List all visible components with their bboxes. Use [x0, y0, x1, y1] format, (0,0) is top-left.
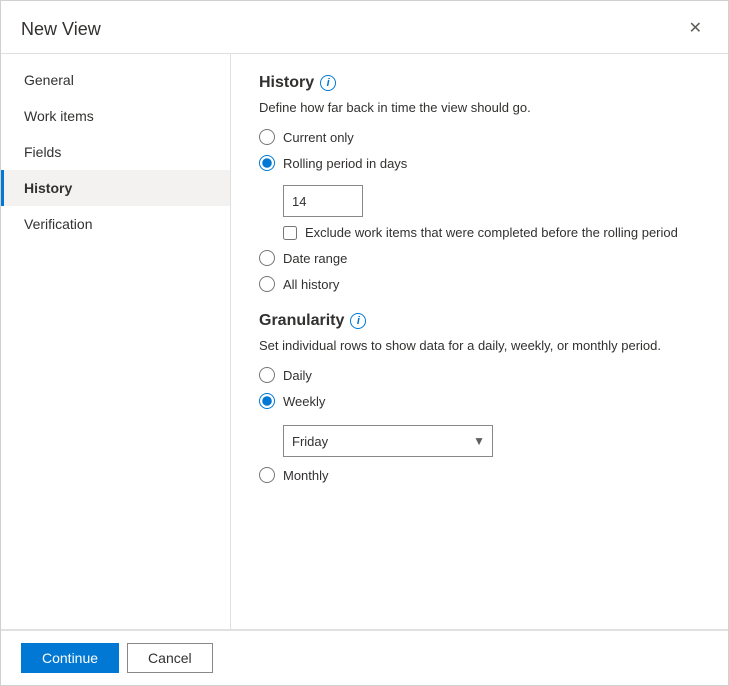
daily-option[interactable]: Daily — [259, 367, 700, 383]
sidebar-item-label: History — [24, 180, 72, 196]
weekly-sub-options: Monday Tuesday Wednesday Thursday Friday… — [283, 425, 700, 457]
history-section: History i Define how far back in time th… — [259, 74, 700, 292]
exclude-checkbox-row: Exclude work items that were completed b… — [283, 225, 700, 240]
monthly-option[interactable]: Monthly — [259, 467, 700, 483]
sidebar-item-fields[interactable]: Fields — [1, 134, 230, 170]
current-only-option[interactable]: Current only — [259, 129, 700, 145]
rolling-period-label: Rolling period in days — [283, 156, 407, 171]
new-view-dialog: New View ✕ General Work items Fields His… — [0, 0, 729, 686]
day-of-week-dropdown[interactable]: Monday Tuesday Wednesday Thursday Friday… — [283, 425, 493, 457]
rolling-sub-options: Exclude work items that were completed b… — [283, 185, 700, 240]
date-range-option[interactable]: Date range — [259, 250, 700, 266]
sidebar-item-general[interactable]: General — [1, 62, 230, 98]
sidebar-item-label: Work items — [24, 108, 94, 124]
sidebar-item-work-items[interactable]: Work items — [1, 98, 230, 134]
current-only-radio[interactable] — [259, 129, 275, 145]
sidebar-item-label: General — [24, 72, 74, 88]
date-range-radio[interactable] — [259, 250, 275, 266]
dialog-header: New View ✕ — [1, 1, 728, 54]
all-history-option[interactable]: All history — [259, 276, 700, 292]
sidebar-item-history[interactable]: History — [1, 170, 230, 206]
exclude-checkbox[interactable] — [283, 226, 297, 240]
sidebar-item-verification[interactable]: Verification — [1, 206, 230, 242]
dialog-body: General Work items Fields History Verifi… — [1, 54, 728, 629]
all-history-label: All history — [283, 277, 339, 292]
granularity-info-icon[interactable]: i — [350, 313, 366, 329]
granularity-description: Set individual rows to show data for a d… — [259, 338, 700, 353]
weekly-label: Weekly — [283, 394, 325, 409]
dialog-footer: Continue Cancel — [1, 630, 728, 685]
granularity-section: Granularity i Set individual rows to sho… — [259, 312, 700, 483]
weekly-radio[interactable] — [259, 393, 275, 409]
granularity-section-title: Granularity i — [259, 312, 700, 330]
rolling-period-radio[interactable] — [259, 155, 275, 171]
day-dropdown-wrapper: Monday Tuesday Wednesday Thursday Friday… — [283, 425, 493, 457]
main-content: History i Define how far back in time th… — [231, 54, 728, 629]
all-history-radio[interactable] — [259, 276, 275, 292]
granularity-radio-group: Daily Weekly Monday Tuesday Wednesday — [259, 367, 700, 483]
daily-radio[interactable] — [259, 367, 275, 383]
exclude-label: Exclude work items that were completed b… — [305, 225, 678, 240]
cancel-button[interactable]: Cancel — [127, 643, 213, 673]
history-info-icon[interactable]: i — [320, 75, 336, 91]
history-description: Define how far back in time the view sho… — [259, 100, 700, 115]
monthly-label: Monthly — [283, 468, 329, 483]
rolling-period-option[interactable]: Rolling period in days — [259, 155, 700, 171]
history-radio-group: Current only Rolling period in days Excl… — [259, 129, 700, 292]
sidebar: General Work items Fields History Verifi… — [1, 54, 231, 629]
weekly-option[interactable]: Weekly — [259, 393, 700, 409]
monthly-radio[interactable] — [259, 467, 275, 483]
rolling-period-input[interactable] — [283, 185, 363, 217]
history-section-title: History i — [259, 74, 700, 92]
sidebar-item-label: Verification — [24, 216, 92, 232]
daily-label: Daily — [283, 368, 312, 383]
sidebar-item-label: Fields — [24, 144, 61, 160]
close-button[interactable]: ✕ — [683, 17, 708, 41]
continue-button[interactable]: Continue — [21, 643, 119, 673]
dialog-title: New View — [21, 19, 101, 40]
current-only-label: Current only — [283, 130, 354, 145]
date-range-label: Date range — [283, 251, 347, 266]
